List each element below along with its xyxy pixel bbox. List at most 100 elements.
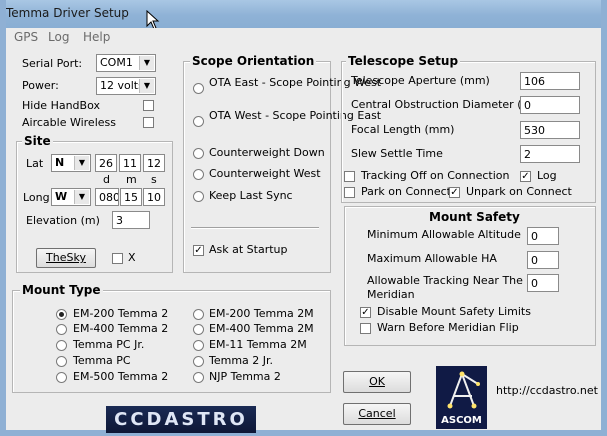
scope-orientation-title: Scope Orientation — [190, 54, 317, 68]
lat-degrees-input[interactable]: 26 — [95, 154, 117, 172]
ascom-logo: ASCOM — [436, 366, 487, 429]
mount-radio-temma-pc[interactable] — [56, 356, 67, 367]
hide-handbox-checkbox[interactable] — [143, 100, 154, 111]
mount-label-em400-t2: EM-400 Temma 2 — [73, 322, 169, 335]
long-minutes-input[interactable]: 15 — [120, 188, 142, 206]
orientation-radio-cw-down[interactable] — [193, 148, 204, 159]
degrees-unit-label: d — [103, 173, 110, 186]
thesky-button[interactable]: TheSky — [36, 248, 96, 268]
power-label: Power: — [22, 79, 59, 92]
ok-button[interactable]: OK — [343, 371, 411, 393]
orientation-radio-ota-east[interactable] — [193, 83, 204, 94]
mount-label-em200-t2m: EM-200 Temma 2M — [209, 307, 314, 320]
mount-type-title: Mount Type — [20, 283, 103, 297]
max-ha-input[interactable]: 0 — [527, 251, 559, 269]
aperture-input[interactable]: 106 — [520, 72, 580, 90]
menu-log[interactable]: Log — [48, 30, 69, 44]
lat-minutes-input[interactable]: 11 — [119, 154, 141, 172]
orientation-radio-keep-sync[interactable] — [193, 191, 204, 202]
mount-label-temma-pc-jr: Temma PC Jr. — [73, 338, 145, 351]
lat-direction-select[interactable]: N ▼ — [51, 154, 91, 172]
obstruction-input[interactable]: 0 — [520, 96, 580, 114]
minutes-unit-label: m — [126, 173, 137, 186]
power-select[interactable]: 12 volts ▼ — [96, 77, 156, 95]
mount-radio-temma2-jr[interactable] — [193, 356, 204, 367]
mount-label-temma-pc: Temma PC — [73, 354, 131, 367]
chevron-down-icon[interactable]: ▼ — [139, 79, 154, 93]
max-ha-label: Maximum Allowable HA — [367, 252, 497, 265]
aircable-wireless-checkbox[interactable] — [143, 117, 154, 128]
chevron-down-icon[interactable]: ▼ — [139, 56, 154, 70]
long-direction-select[interactable]: W ▼ — [51, 188, 91, 206]
seconds-unit-label: s — [151, 173, 157, 186]
mount-radio-em500-t2[interactable] — [56, 372, 67, 383]
ccdastro-logo: CCDASTRO — [106, 406, 256, 433]
disable-limits-checkbox[interactable]: ✓ — [360, 307, 371, 318]
long-label: Long — [23, 191, 50, 204]
min-altitude-label: Minimum Allowable Altitude — [367, 228, 521, 241]
mount-label-em500-t2: EM-500 Temma 2 — [73, 370, 169, 383]
ask-startup-checkbox[interactable]: ✓ — [193, 245, 204, 256]
cancel-button-label: Cancel — [358, 407, 396, 420]
unpark-connect-label: Unpark on Connect — [466, 185, 572, 198]
ok-button-label: OK — [369, 375, 385, 388]
ascom-star-icon — [447, 371, 480, 409]
window-title: Temma Driver Setup — [6, 6, 129, 20]
settle-time-input[interactable]: 2 — [520, 145, 580, 163]
mount-label-em200-t2: EM-200 Temma 2 — [73, 307, 169, 320]
tracking-meridian-input[interactable]: 0 — [527, 274, 559, 292]
warn-flip-label: Warn Before Meridian Flip — [377, 321, 519, 334]
thesky-button-label: TheSky — [46, 251, 86, 264]
mount-radio-em200-t2[interactable] — [56, 309, 67, 320]
x-checkbox[interactable] — [112, 253, 123, 264]
orientation-label-cw-down: Counterweight Down — [209, 146, 325, 159]
ascom-logo-text: ASCOM — [441, 415, 482, 426]
website-url[interactable]: http://ccdastro.net — [496, 384, 598, 397]
chevron-down-icon[interactable]: ▼ — [74, 190, 89, 204]
mouse-cursor-icon — [146, 10, 160, 30]
long-direction-value: W — [55, 190, 68, 203]
menu-gps[interactable]: GPS — [14, 30, 38, 44]
orientation-radio-ota-west[interactable] — [193, 116, 204, 127]
tracking-off-checkbox[interactable] — [344, 171, 355, 182]
aircable-wireless-label: Aircable Wireless — [22, 116, 116, 129]
long-degrees-input[interactable]: 080 — [95, 188, 119, 206]
focal-length-input[interactable]: 530 — [520, 121, 580, 139]
ccdastro-logo-text: CCDASTRO — [114, 409, 248, 430]
telescope-setup-title: Telescope Setup — [346, 54, 461, 68]
park-connect-checkbox[interactable] — [344, 187, 355, 198]
lat-seconds-input[interactable]: 12 — [143, 154, 165, 172]
mount-label-temma2-jr: Temma 2 Jr. — [209, 354, 274, 367]
ask-startup-label: Ask at Startup — [209, 243, 288, 256]
dialog-client-area: Serial Port: COM1 ▼ Power: 12 volts ▼ Hi… — [6, 46, 601, 433]
log-checkbox[interactable]: ✓ — [520, 171, 531, 182]
min-altitude-input[interactable]: 0 — [527, 227, 559, 245]
warn-flip-checkbox[interactable] — [360, 323, 371, 334]
chevron-down-icon[interactable]: ▼ — [74, 156, 89, 170]
title-bar[interactable]: Temma Driver Setup — [0, 0, 607, 30]
unpark-connect-checkbox[interactable]: ✓ — [449, 187, 460, 198]
obstruction-label: Central Obstruction Diameter (mm) — [351, 98, 548, 111]
window-frame-bottom — [0, 430, 607, 436]
orientation-label-keep-sync: Keep Last Sync — [209, 189, 293, 202]
long-seconds-input[interactable]: 10 — [143, 188, 165, 206]
serial-port-select[interactable]: COM1 ▼ — [96, 54, 156, 72]
mount-radio-temma-pc-jr[interactable] — [56, 340, 67, 351]
mount-radio-em11-t2m[interactable] — [193, 340, 204, 351]
site-group-title: Site — [22, 134, 53, 148]
orientation-radio-cw-west[interactable] — [193, 169, 204, 180]
elevation-label: Elevation (m) — [26, 214, 100, 227]
mount-radio-em200-t2m[interactable] — [193, 309, 204, 320]
focal-length-label: Focal Length (mm) — [351, 123, 455, 136]
elevation-input[interactable]: 3 — [112, 211, 150, 229]
serial-port-value: COM1 — [100, 56, 133, 69]
window-frame-right — [601, 0, 607, 436]
lat-label: Lat — [26, 157, 44, 170]
power-value: 12 volts — [100, 79, 144, 92]
mount-radio-em400-t2[interactable] — [56, 324, 67, 335]
mount-radio-em400-t2m[interactable] — [193, 324, 204, 335]
tracking-meridian-label-2: Meridian — [367, 288, 415, 301]
mount-radio-njp-t2[interactable] — [193, 372, 204, 383]
cancel-button[interactable]: Cancel — [343, 403, 411, 425]
menu-help[interactable]: Help — [83, 30, 110, 44]
